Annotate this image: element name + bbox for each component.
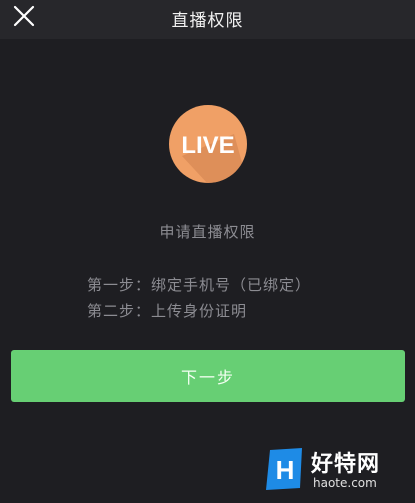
next-step-button[interactable]: 下一步	[11, 350, 405, 402]
step-two-text: 第二步：上传身份证明	[87, 302, 248, 320]
watermark-url: haote.com	[313, 476, 377, 490]
live-badge-text: LIVE	[181, 132, 234, 159]
watermark: H 好特网 haote.com	[266, 446, 406, 496]
step-one-text: 第一步：绑定手机号（已绑定）	[87, 276, 312, 294]
svg-text:H: H	[276, 455, 295, 485]
header-bar: 直播权限	[0, 0, 415, 39]
watermark-name: 好特网	[311, 452, 381, 477]
apply-title: 申请直播权限	[159, 223, 256, 241]
haote-logo-icon: H	[266, 448, 302, 490]
live-badge-icon: LIVE	[169, 105, 247, 183]
page-title: 直播权限	[171, 11, 244, 31]
